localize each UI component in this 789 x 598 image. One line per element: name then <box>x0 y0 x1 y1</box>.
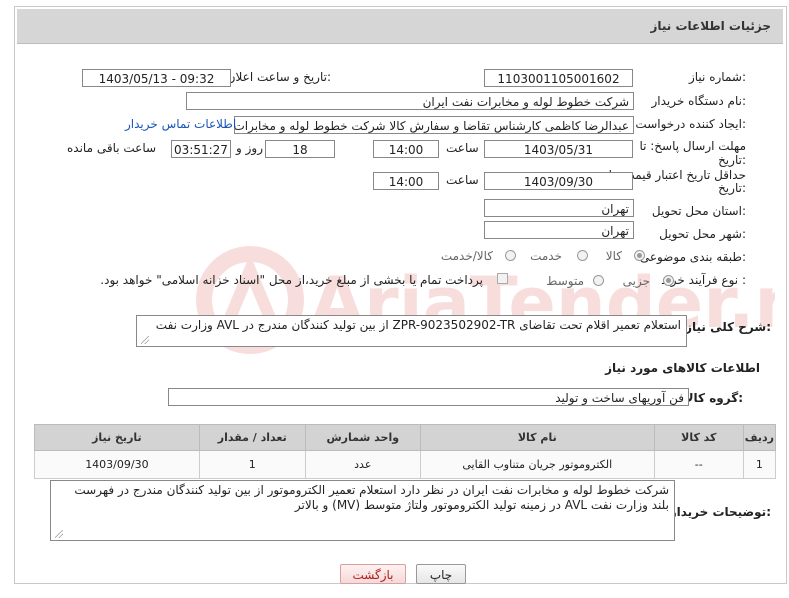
price-validity-label-date: تاریخ: <box>718 181 746 195</box>
delivery-city-label: شهر محل تحویل: <box>659 227 746 241</box>
delivery-province-label: استان محل تحویل: <box>651 204 746 218</box>
process-radio-minor[interactable] <box>663 275 674 286</box>
goods-section-title: اطلاعات کالاهای مورد نیاز <box>605 361 760 375</box>
process-radio-medium[interactable] <box>593 275 604 286</box>
cell-date: 1403/09/30 <box>34 450 200 479</box>
col-code: کد کالا <box>653 424 744 451</box>
cell-name: الکتروموتور جریان متناوب القایی <box>419 450 655 479</box>
resize-grip[interactable] <box>55 530 63 538</box>
buyer-org-label: نام دستگاه خریدار: <box>651 94 747 108</box>
remaining-time: 03:51:27 <box>171 140 231 158</box>
table-row: 1 -- الکتروموتور جریان متناوب القایی عدد… <box>34 450 777 479</box>
need-description-label: شرح کلی نیاز: <box>685 320 771 334</box>
treasury-payment-note: پرداخت تمام یا بخشی از مبلغ خرید،از محل … <box>100 273 483 287</box>
buyer-org-field: شرکت خطوط لوله و مخابرات نفت ایران <box>186 92 634 110</box>
requester-label: ایجاد کننده درخواست: <box>635 117 746 131</box>
reply-deadline-label: مهلت ارسال پاسخ: تا <box>639 139 746 153</box>
panel-header: جزئیات اطلاعات نیاز <box>17 9 783 44</box>
category-radio-service[interactable] <box>577 250 588 261</box>
buyer-notes-field: شرکت خطوط لوله و مخابرات نفت ایران در نظ… <box>50 480 675 541</box>
page-title: جزئیات اطلاعات نیاز <box>650 19 771 33</box>
back-button[interactable]: بازگشت <box>340 564 406 584</box>
category-label: طبقه بندی موضوعی: <box>639 250 746 264</box>
buyer-notes-text: شرکت خطوط لوله و مخابرات نفت ایران در نظ… <box>74 483 669 512</box>
reply-deadline-time: 14:00 <box>373 140 439 158</box>
delivery-city-field: تهران <box>484 221 634 239</box>
treasury-payment-checkbox[interactable] <box>497 273 508 284</box>
price-validity-time: 14:00 <box>373 172 439 190</box>
price-validity-time-label: ساعت <box>446 173 479 187</box>
goods-group-label: گروه کالا: <box>684 391 743 405</box>
reply-deadline-days: 18 <box>265 140 335 158</box>
reply-deadline-days-label: روز و <box>236 141 263 155</box>
remaining-time-label: ساعت باقی مانده <box>67 141 157 155</box>
col-qty: تعداد / مقدار <box>198 424 306 451</box>
cell-code: -- <box>653 450 744 479</box>
category-option-goods: کالا <box>605 249 622 263</box>
cell-unit: عدد <box>304 450 421 479</box>
need-number-label: شماره نیاز: <box>688 70 746 84</box>
reply-deadline-label-date: تاریخ: <box>718 153 746 167</box>
col-row: ردیف <box>742 424 777 451</box>
col-unit: واحد شمارش <box>304 424 421 451</box>
need-number-field: 1103001105001602 <box>484 69 633 87</box>
process-option-medium: متوسط <box>546 274 584 288</box>
cell-row: 1 <box>742 450 777 479</box>
category-option-service: خدمت <box>530 249 562 263</box>
category-radio-goods[interactable] <box>634 250 645 261</box>
delivery-province-field: تهران <box>484 199 634 217</box>
goods-group-field: فن آوریهای ساخت و تولید <box>168 388 689 406</box>
need-description-field: استعلام تعمیر اقلام تحت تقاضای ZPR-90235… <box>136 315 687 347</box>
goods-table-header: ردیف کد کالا نام کالا واحد شمارش تعداد /… <box>34 424 777 451</box>
category-radio-goods-service[interactable] <box>505 250 516 261</box>
category-option-goods-service: کالا/خدمت <box>440 249 493 263</box>
process-option-minor: جزیی <box>622 274 650 288</box>
announce-datetime-field: 1403/05/13 - 09:32 <box>82 69 231 87</box>
col-date: تاریخ نیاز <box>34 424 200 451</box>
price-validity-date: 1403/09/30 <box>484 172 633 190</box>
print-button[interactable]: چاپ <box>416 564 466 584</box>
buyer-contact-link[interactable]: اطلاعات تماس خریدار <box>125 117 236 131</box>
goods-table: ردیف کد کالا نام کالا واحد شمارش تعداد /… <box>34 424 777 479</box>
buyer-notes-label: توضیحات خریدار: <box>669 505 771 519</box>
requester-field: عبدالرضا کاظمی کارشناس تقاضا و سفارش کال… <box>234 116 634 134</box>
reply-deadline-time-label: ساعت <box>446 141 479 155</box>
need-description-text: استعلام تعمیر اقلام تحت تقاضای ZPR-90235… <box>155 318 681 332</box>
cell-qty: 1 <box>198 450 306 479</box>
resize-grip[interactable] <box>141 336 149 344</box>
col-name: نام کالا <box>419 424 655 451</box>
reply-deadline-date: 1403/05/31 <box>484 140 633 158</box>
